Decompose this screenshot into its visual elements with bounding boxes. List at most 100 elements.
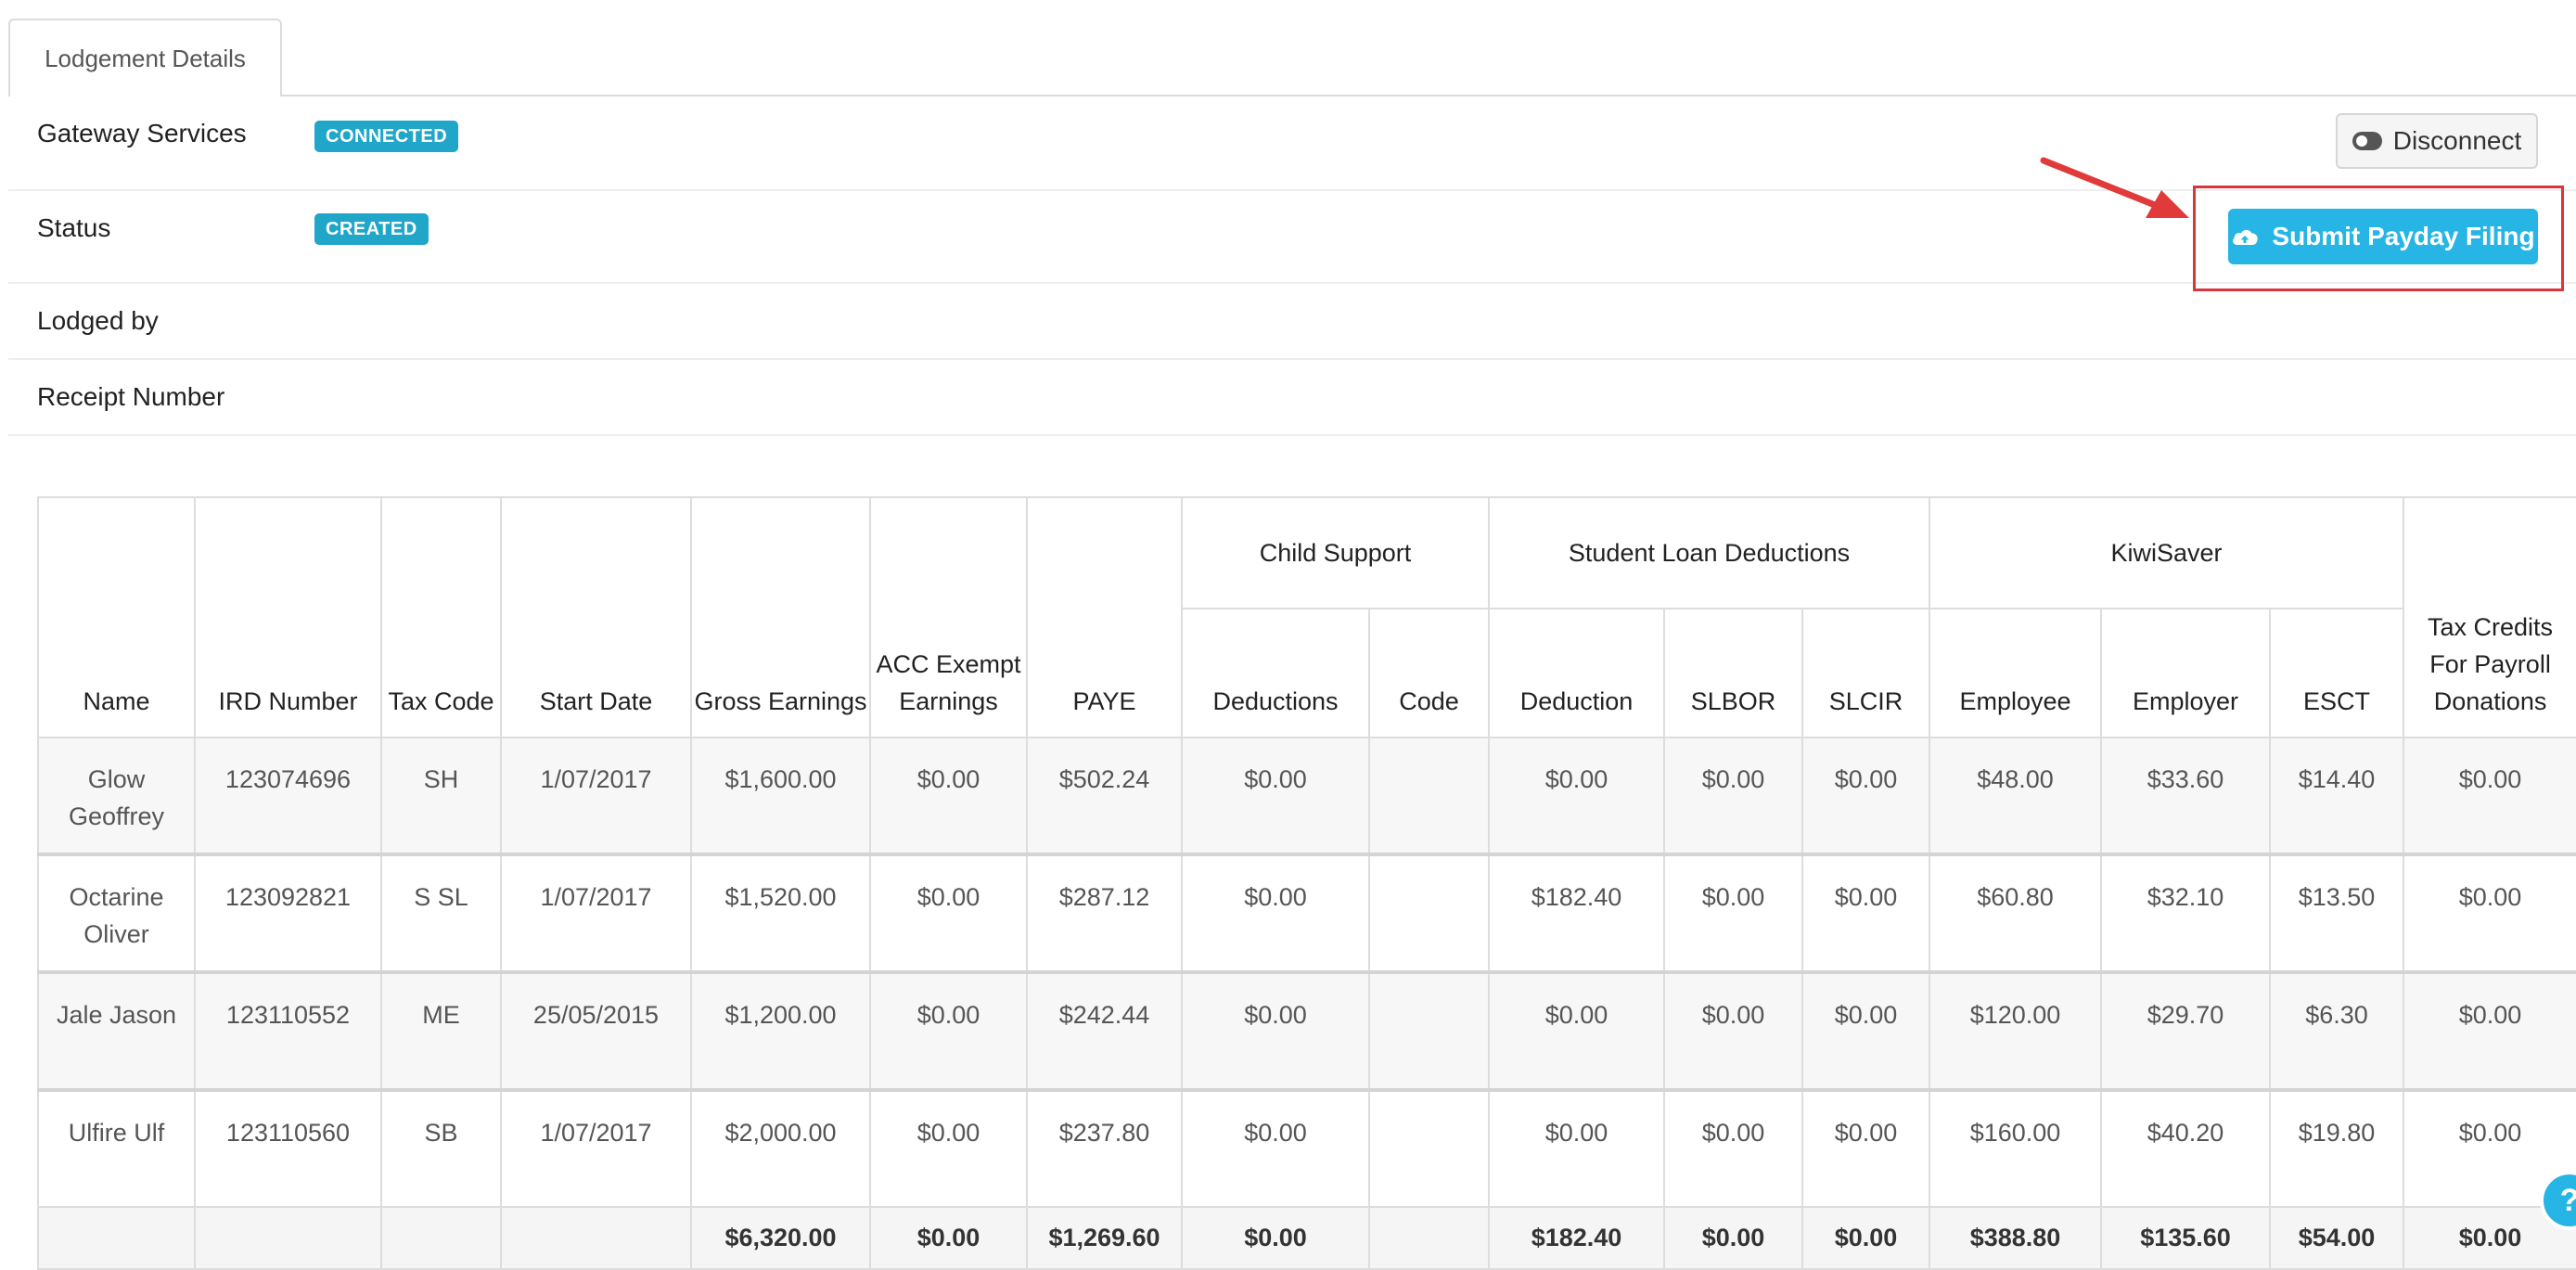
cell-cs-deductions: $0.00 [1181, 1088, 1370, 1208]
cell-tax-code: SB [380, 1088, 502, 1208]
cell-start-date: 1/07/2017 [500, 737, 692, 855]
cell-tax-code: SH [380, 737, 502, 855]
table-row[interactable]: Octarine Oliver 123092821 S SL 1/07/2017 $1,… [37, 853, 2576, 973]
header-slcir[interactable]: SLCIR [1801, 608, 1931, 738]
cell-slbor: $0.00 [1663, 853, 1804, 973]
tab-bar: Lodgement Details [8, 19, 2576, 96]
cell-start-date: 1/07/2017 [500, 1088, 692, 1208]
cell-gross: $1,200.00 [690, 970, 871, 1091]
header-cs-deductions[interactable]: Deductions [1181, 608, 1370, 738]
tab-lodgement-details[interactable]: Lodgement Details [8, 19, 282, 96]
cell-ird: 123110552 [194, 970, 382, 1091]
lodgement-page: Lodgement Details Gateway Services CONNE… [0, 0, 2576, 1270]
cell-sl-deduction: $0.00 [1488, 1088, 1666, 1208]
cell-start-date: 1/07/2017 [500, 853, 692, 973]
header-child-support: Child Support [1180, 496, 1491, 609]
payroll-table-wrapper: Name IRD Number Tax Code Start Date Gros… [37, 496, 2576, 1270]
cell-tax-credits: $0.00 [2403, 853, 2576, 973]
cell-cs-deductions: $0.00 [1181, 970, 1370, 1091]
total-tax-code [380, 1206, 502, 1270]
cell-esct: $6.30 [2269, 970, 2405, 1091]
table-row[interactable]: Ulfire Ulf 123110560 SB 1/07/2017 $2,000.00 $… [37, 1088, 2576, 1208]
disconnect-label: Disconnect [2392, 126, 2522, 155]
cell-ks-employee: $48.00 [1929, 737, 2103, 855]
cell-cs-code [1367, 737, 1491, 855]
header-slbor[interactable]: SLBOR [1663, 608, 1804, 738]
annotation-arrow-icon [2040, 157, 2189, 218]
header-paye[interactable]: PAYE [1026, 496, 1183, 738]
cell-esct: $14.40 [2269, 737, 2405, 855]
status-label: Status [37, 213, 111, 242]
header-esct[interactable]: ESCT [2269, 608, 2405, 738]
header-ird-number[interactable]: IRD Number [194, 496, 382, 738]
receipt-number-label: Receipt Number [37, 382, 225, 411]
header-start-date[interactable]: Start Date [500, 496, 692, 738]
total-sl-deduction: $182.40 [1488, 1206, 1666, 1270]
cell-ks-employer: $32.10 [2100, 853, 2272, 973]
cell-tax-credits: $0.00 [2403, 737, 2576, 855]
cell-esct: $19.80 [2269, 1088, 2405, 1208]
status-badge: CREATED [314, 213, 429, 245]
header-cs-code[interactable]: Code [1367, 608, 1491, 738]
total-acc: $0.00 [869, 1206, 1028, 1270]
cell-name: Octarine Oliver [37, 853, 196, 973]
cell-start-date: 25/05/2015 [500, 970, 692, 1091]
cell-slcir: $0.00 [1801, 853, 1931, 973]
total-ird [194, 1206, 382, 1270]
cell-ks-employer: $29.70 [2100, 970, 2272, 1091]
total-name [37, 1206, 196, 1270]
cell-gross: $2,000.00 [690, 1088, 871, 1208]
cell-ks-employer: $33.60 [2100, 737, 2272, 855]
total-gross: $6,320.00 [690, 1206, 871, 1270]
toggle-icon [2352, 132, 2382, 150]
cell-ird: 123110560 [194, 1088, 382, 1208]
header-student-loan-deductions: Student Loan Deductions [1488, 496, 1931, 609]
detail-row-lodged-by: Lodged by [8, 284, 2576, 360]
submit-payday-filing-button[interactable]: Submit Payday Filing [2228, 209, 2538, 264]
cell-paye: $242.44 [1026, 970, 1183, 1091]
cell-acc: $0.00 [869, 853, 1028, 973]
totals-row: $6,320.00 $0.00 $1,269.60 $0.00 $182.40 $0.00… [37, 1206, 2576, 1270]
header-gross-earnings[interactable]: Gross Earnings [690, 496, 871, 738]
cell-ird: 123092821 [194, 853, 382, 973]
cell-slcir: $0.00 [1801, 737, 1931, 855]
header-sl-deduction[interactable]: Deduction [1488, 608, 1666, 738]
table-row[interactable]: Glow Geoffrey 123074696 SH 1/07/2017 $1,600.… [37, 737, 2576, 855]
cell-name: Jale Jason [37, 970, 196, 1091]
cell-cs-code [1367, 853, 1491, 973]
cell-acc: $0.00 [869, 1088, 1028, 1208]
cell-sl-deduction: $0.00 [1488, 737, 1666, 855]
cell-acc: $0.00 [869, 970, 1028, 1091]
cell-tax-credits: $0.00 [2403, 970, 2576, 1091]
header-acc-exempt-earnings[interactable]: ACC Exempt Earnings [869, 496, 1028, 738]
cell-ks-employee: $160.00 [1929, 1088, 2103, 1208]
lodged-by-label: Lodged by [37, 306, 159, 335]
header-kiwisaver: KiwiSaver [1929, 496, 2405, 609]
cell-paye: $287.12 [1026, 853, 1183, 973]
cell-slcir: $0.00 [1801, 1088, 1931, 1208]
total-cs-code [1367, 1206, 1491, 1270]
total-ks-employer: $135.60 [2100, 1206, 2272, 1270]
submit-label: Submit Payday Filing [2272, 222, 2535, 250]
table-row[interactable]: Jale Jason 123110552 ME 25/05/2015 $1,200.00… [37, 970, 2576, 1091]
cell-name: Ulfire Ulf [37, 1088, 196, 1208]
cell-ird: 123074696 [194, 737, 382, 855]
cell-ks-employee: $60.80 [1929, 853, 2103, 973]
cell-name: Glow Geoffrey [37, 737, 196, 855]
header-name[interactable]: Name [37, 496, 196, 738]
cell-ks-employer: $40.20 [2100, 1088, 2272, 1208]
cell-ks-employee: $120.00 [1929, 970, 2103, 1091]
disconnect-button[interactable]: Disconnect [2336, 113, 2538, 169]
total-start-date [500, 1206, 692, 1270]
detail-row-receipt: Receipt Number [8, 360, 2576, 436]
header-ks-employer[interactable]: Employer [2100, 608, 2272, 738]
header-ks-employee[interactable]: Employee [1929, 608, 2103, 738]
cell-slbor: $0.00 [1663, 970, 1804, 1091]
cell-tax-code: S SL [380, 853, 502, 973]
total-ks-employee: $388.80 [1929, 1206, 2103, 1270]
header-tax-code[interactable]: Tax Code [380, 496, 502, 738]
cell-sl-deduction: $182.40 [1488, 853, 1666, 973]
cell-paye: $237.80 [1026, 1088, 1183, 1208]
cell-gross: $1,520.00 [690, 853, 871, 973]
header-tax-credits[interactable]: Tax Credits For Payroll Donations [2403, 496, 2576, 738]
